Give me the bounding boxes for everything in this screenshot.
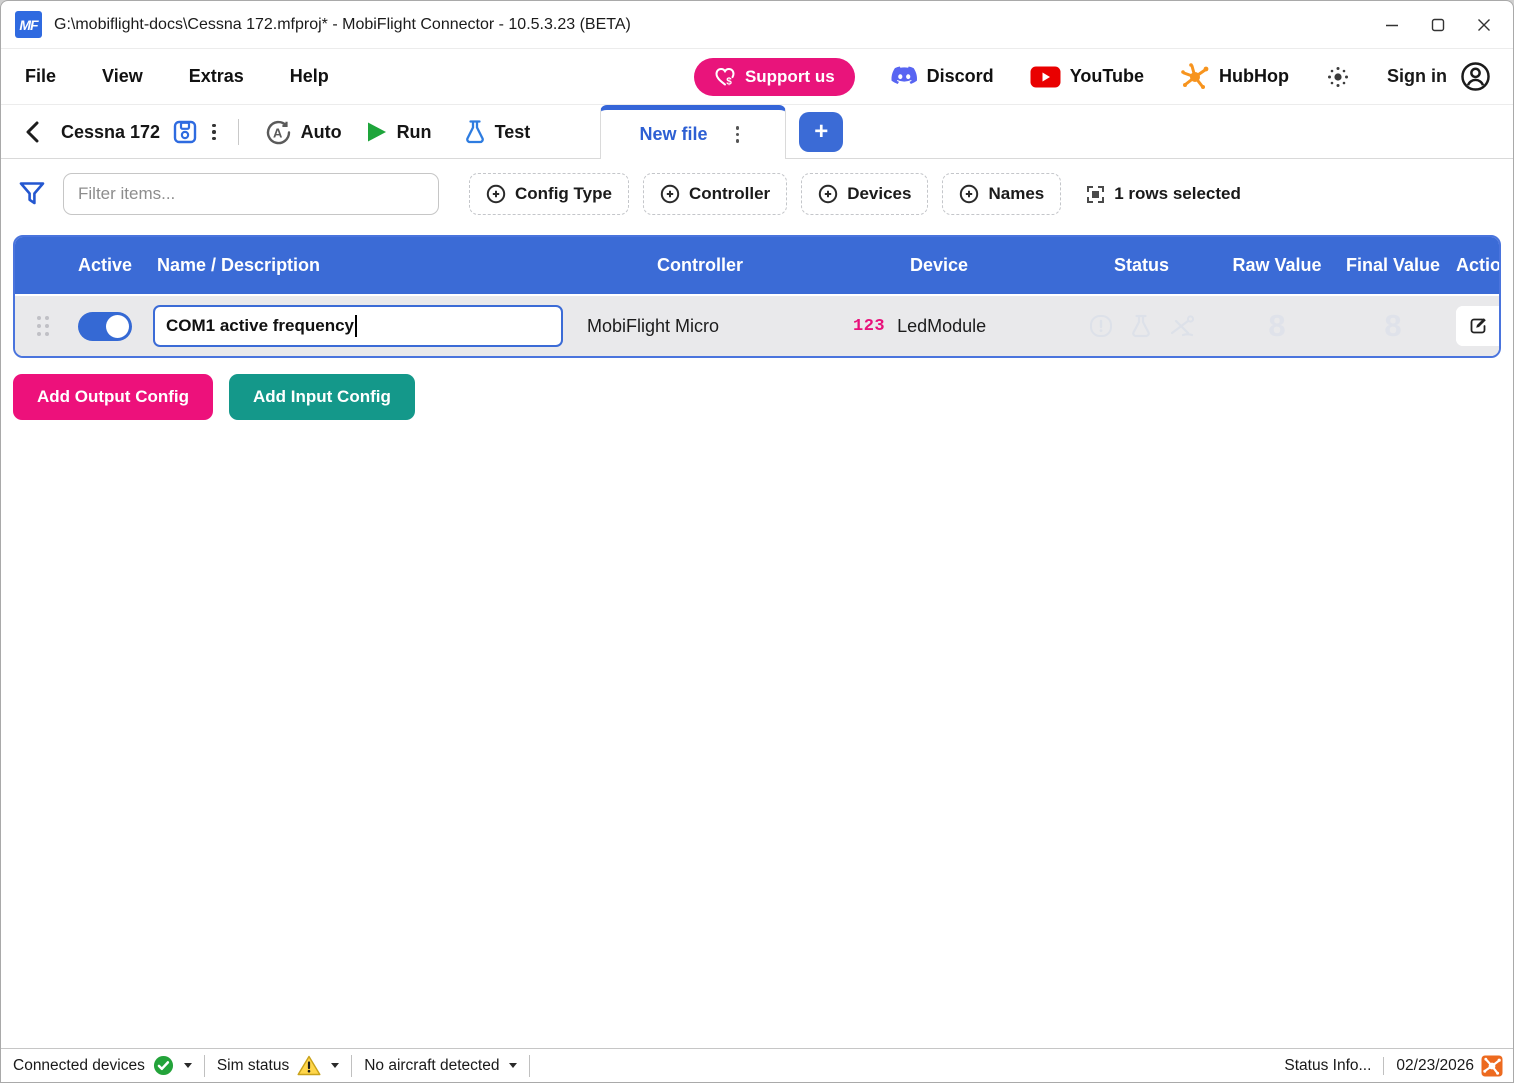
text-cursor (355, 315, 357, 337)
sign-in-button[interactable]: Sign in (1387, 61, 1491, 92)
add-output-config-button[interactable]: Add Output Config (13, 374, 213, 420)
table-header: Active Name / Description Controller Dev… (15, 237, 1499, 294)
svg-text:$: $ (726, 76, 732, 87)
discord-link[interactable]: Discord (891, 66, 994, 87)
filter-row: Config Type Controller Devices Names (1, 159, 1513, 235)
controller-cell: MobiFlight Micro (581, 316, 819, 337)
edit-row-button[interactable] (1456, 306, 1500, 346)
minimize-icon[interactable] (1369, 1, 1415, 48)
col-actions: Actions (1456, 255, 1501, 276)
youtube-icon (1030, 66, 1061, 88)
flask-icon (464, 119, 486, 145)
tab-menu-icon[interactable] (728, 122, 748, 147)
window-title: G:\mobiflight-docs\Cessna 172.mfproj* - … (54, 16, 631, 34)
toolbar-divider (238, 119, 239, 145)
col-raw-value: Raw Value (1224, 255, 1330, 276)
seven-segment-icon: 123 (853, 317, 885, 336)
menu-file[interactable]: File (25, 66, 56, 87)
warning-triangle-icon (297, 1055, 321, 1076)
menu-view[interactable]: View (102, 66, 143, 87)
title-bar: MF G:\mobiflight-docs\Cessna 172.mfproj*… (1, 1, 1513, 49)
menu-bar: File View Extras Help $ Support us Disco… (1, 49, 1513, 105)
hubhop-link[interactable]: HubHop (1180, 63, 1289, 91)
tab-new-file[interactable]: New file (600, 105, 786, 159)
chevron-down-icon (331, 1063, 339, 1068)
svg-text:A: A (273, 125, 283, 140)
chevron-down-icon (184, 1063, 192, 1068)
filter-devices-button[interactable]: Devices (801, 173, 928, 215)
circle-plus-icon (660, 184, 680, 204)
raw-value-cell: 8 (1224, 308, 1330, 344)
active-toggle[interactable] (78, 312, 132, 341)
project-name: Cessna 172 (61, 122, 160, 143)
connected-devices-dropdown[interactable]: Connected devices (1, 1055, 205, 1077)
drag-handle[interactable] (29, 316, 57, 336)
play-icon (366, 120, 388, 144)
sim-status-dropdown[interactable]: Sim status (205, 1055, 352, 1077)
status-cell (1059, 313, 1224, 339)
theme-toggle-icon[interactable] (1325, 64, 1351, 90)
circle-plus-icon (486, 184, 506, 204)
filter-config-type-button[interactable]: Config Type (469, 173, 629, 215)
heart-dollar-icon: $ (714, 67, 736, 87)
add-tab-button[interactable]: + (799, 112, 843, 152)
name-description-input[interactable]: COM1 active frequency (153, 305, 563, 347)
aircraft-status-dropdown[interactable]: No aircraft detected (352, 1055, 530, 1077)
col-final-value: Final Value (1330, 255, 1456, 276)
col-active: Active (57, 255, 153, 276)
sim-connect-icon (1481, 1055, 1503, 1077)
filter-controller-button[interactable]: Controller (643, 173, 787, 215)
menu-extras[interactable]: Extras (189, 66, 244, 87)
filter-names-button[interactable]: Names (942, 173, 1061, 215)
col-controller: Controller (581, 255, 819, 276)
actions-cell (1456, 306, 1501, 346)
avatar-icon (1460, 61, 1491, 92)
check-circle-icon (153, 1055, 174, 1076)
mobiflight-logo-icon: MF (15, 11, 42, 38)
maximize-icon[interactable] (1415, 1, 1461, 48)
col-status: Status (1059, 255, 1224, 276)
table-row[interactable]: COM1 active frequency MobiFlight Micro 1… (15, 294, 1499, 356)
status-bar: Connected devices Sim status No aircraft… (1, 1048, 1513, 1082)
precondition-status-icon (1088, 313, 1114, 339)
filter-funnel-icon (17, 179, 47, 209)
run-button[interactable]: Run (354, 120, 444, 144)
app-window: MF G:\mobiflight-docs\Cessna 172.mfproj*… (0, 0, 1514, 1083)
sim-date: 02/23/2026 (1384, 1055, 1513, 1077)
back-button[interactable] (19, 116, 47, 148)
close-icon[interactable] (1461, 1, 1507, 48)
chevron-down-icon (509, 1063, 517, 1068)
youtube-link[interactable]: YouTube (1030, 66, 1144, 88)
status-info-link[interactable]: Status Info... (1272, 1057, 1384, 1075)
modifier-status-icon (1168, 313, 1196, 339)
hubhop-icon (1180, 63, 1210, 91)
support-us-button[interactable]: $ Support us (694, 58, 855, 96)
test-button[interactable]: Test (452, 119, 543, 145)
device-cell: 123 LedModule (819, 316, 1059, 337)
selection-icon (1087, 186, 1104, 203)
project-menu-icon[interactable] (204, 120, 224, 145)
filter-items-input[interactable] (63, 173, 439, 215)
circle-plus-icon (959, 184, 979, 204)
auto-button[interactable]: A Auto (253, 119, 354, 146)
add-config-row: Add Output Config Add Input Config (13, 374, 1501, 420)
final-value-cell: 8 (1330, 308, 1456, 344)
config-table: Active Name / Description Controller Dev… (13, 235, 1501, 358)
discord-icon (891, 66, 918, 87)
test-status-icon (1129, 313, 1153, 339)
add-input-config-button[interactable]: Add Input Config (229, 374, 415, 420)
menu-help[interactable]: Help (290, 66, 329, 87)
auto-icon: A (265, 119, 292, 146)
rows-selected-indicator: 1 rows selected (1087, 184, 1241, 204)
empty-workspace (1, 420, 1513, 1048)
save-icon[interactable] (166, 115, 204, 149)
circle-plus-icon (818, 184, 838, 204)
col-device: Device (819, 255, 1059, 276)
edit-pencil-icon (1468, 316, 1488, 336)
toolbar: Cessna 172 A Auto Run Test New file (1, 105, 1513, 159)
window-controls (1369, 1, 1513, 48)
col-name-description: Name / Description (153, 255, 581, 276)
row-more-button[interactable] (1500, 306, 1501, 346)
